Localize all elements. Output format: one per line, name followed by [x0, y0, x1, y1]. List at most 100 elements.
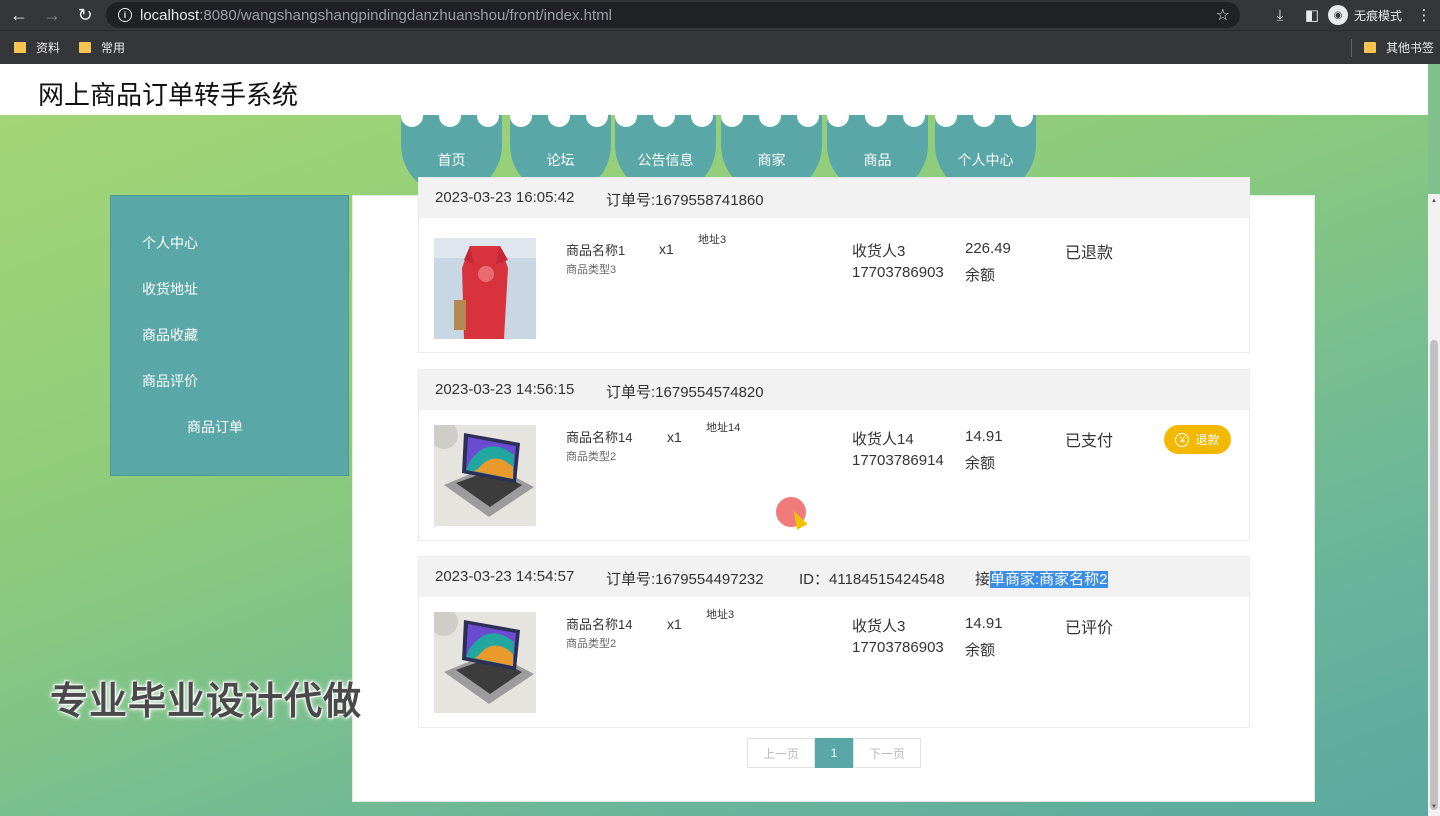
product-name: 商品名称14 [566, 617, 633, 632]
merchant-prefix: 接 [975, 571, 991, 588]
site-header: 网上商品订单转手系统 [0, 64, 1428, 115]
more-menu-icon[interactable]: ⋮ [1408, 6, 1440, 24]
address-bar[interactable]: i localhost:8080/wangshangshangpindingda… [106, 2, 1240, 28]
order-header: 2023-03-23 16:05:42 订单号:1679558741860 [419, 178, 1249, 218]
order-number: 订单号:1679554497232 [606, 571, 764, 588]
page-1-button[interactable]: 1 [815, 738, 853, 768]
site-info-icon[interactable]: i [118, 8, 132, 22]
order-status: 已支付 [1065, 433, 1114, 450]
menu-bump [827, 105, 849, 127]
bookmark-folder-other[interactable]: 其他书签 [1364, 39, 1434, 56]
product-image[interactable] [434, 425, 536, 526]
order-price: 14.91 [965, 428, 1003, 445]
product-image[interactable] [434, 612, 536, 713]
scroll-down-icon[interactable]: ▼ [1431, 804, 1437, 810]
bookmark-label: 常用 [101, 41, 126, 55]
menu-bump [586, 105, 608, 127]
menu-bump [439, 105, 461, 127]
menu-bump [401, 105, 423, 127]
bookmark-folder-ziliao[interactable]: 资料 [14, 39, 60, 56]
product-name: 商品名称14 [566, 430, 633, 445]
menu-label: 公告信息 [637, 152, 694, 168]
prev-page-button[interactable]: 上一页 [747, 738, 815, 768]
order-price: 14.91 [965, 615, 1003, 632]
back-icon[interactable]: ← [4, 0, 34, 30]
product-quantity: x1 [659, 241, 674, 257]
order-time: 2023-03-23 14:54:57 [435, 568, 575, 585]
incognito-label: 无痕模式 [1353, 8, 1402, 23]
order-number: 订单号:1679558741860 [606, 192, 764, 209]
refund-button[interactable]: ¥ 退款 [1164, 425, 1231, 454]
bookmark-star-icon[interactable]: ☆ [1216, 5, 1230, 25]
orders-panel: 2023-03-23 16:05:42 订单号:1679558741860 商品… [352, 177, 1315, 802]
reload-icon[interactable]: ↻ [70, 0, 100, 30]
receiver-name: 收货人3 [852, 618, 906, 635]
menu-bump [548, 105, 570, 127]
vertical-scrollbar[interactable]: ▲ ▼ [1428, 194, 1440, 816]
bookmark-label: 其他书签 [1386, 41, 1435, 55]
menu-bump [691, 105, 713, 127]
payment-method: 余额 [965, 267, 996, 284]
scroll-up-icon[interactable]: ▲ [1431, 198, 1437, 204]
folder-icon [14, 42, 26, 53]
order-header: 2023-03-23 14:54:57 订单号:1679554497232 ID… [419, 557, 1249, 597]
bookmark-folder-changyong[interactable]: 常用 [79, 39, 125, 56]
order-id: ID：41184515424548 [799, 571, 945, 588]
incognito-indicator[interactable]: ◉ 无痕模式 [1327, 5, 1402, 25]
menu-bump [615, 105, 637, 127]
order-merchant: 接单商家:商家名称2 [975, 568, 1108, 589]
pagination: 上一页 1 下一页 [747, 738, 921, 768]
site-title: 网上商品订单转手系统 [38, 80, 299, 110]
sidebar-item-favorites[interactable]: 商品收藏 [142, 325, 198, 345]
order-number: 订单号:1679554574820 [606, 384, 764, 401]
download-icon[interactable]: ⤓ [1264, 7, 1296, 24]
bookmark-label: 资料 [36, 41, 61, 55]
next-page-button[interactable]: 下一页 [853, 738, 921, 768]
receiver-phone: 17703786903 [852, 639, 944, 656]
product-quantity: x1 [667, 429, 682, 445]
menu-bump [797, 105, 819, 127]
receiver-phone: 17703786914 [852, 452, 944, 469]
sidebar-item-profile[interactable]: 个人中心 [142, 233, 198, 253]
payment-method: 余额 [965, 455, 996, 472]
delivery-address: 地址3 [706, 609, 735, 621]
order-header: 2023-03-23 14:56:15 订单号:1679554574820 [419, 370, 1249, 410]
refund-label: 退款 [1195, 433, 1220, 447]
order-time: 2023-03-23 16:05:42 [435, 189, 575, 206]
receiver-name: 收货人3 [852, 243, 906, 260]
yen-icon: ¥ [1175, 432, 1190, 447]
receiver-phone: 17703786903 [852, 264, 944, 281]
incognito-icon: ◉ [1327, 5, 1348, 25]
watermark-text: 专业毕业设计代做 [50, 681, 363, 723]
folder-icon [1364, 42, 1376, 53]
menu-label: 首页 [437, 152, 466, 168]
menu-bump [973, 105, 995, 127]
side-panel-icon[interactable]: ◧ [1296, 6, 1328, 24]
order-price: 226.49 [965, 240, 1011, 257]
menu-bump [477, 105, 499, 127]
order-time: 2023-03-23 14:56:15 [435, 381, 575, 398]
scrollbar-thumb[interactable] [1430, 340, 1438, 810]
product-image[interactable] [434, 238, 536, 339]
menu-label: 个人中心 [957, 152, 1014, 168]
menu-bump [759, 105, 781, 127]
product-name: 商品名称1 [566, 243, 626, 258]
menu-label: 商家 [757, 152, 786, 168]
menu-label: 商品 [863, 152, 892, 168]
product-type: 商品类型2 [566, 638, 617, 650]
browser-toolbar: ← → ↻ i localhost:8080/wangshangshangpin… [0, 0, 1440, 30]
payment-method: 余额 [965, 642, 996, 659]
sidebar-item-reviews[interactable]: 商品评价 [142, 371, 198, 391]
sidebar-item-orders[interactable]: 商品订单 [187, 417, 243, 437]
merchant-selected-text: 单商家:商家名称2 [990, 571, 1108, 588]
menu-bump [1011, 105, 1033, 127]
sidebar-item-address[interactable]: 收货地址 [142, 279, 198, 299]
order-card: 2023-03-23 16:05:42 订单号:1679558741860 商品… [418, 177, 1250, 353]
order-card: 2023-03-23 14:54:57 订单号:1679554497232 ID… [418, 556, 1250, 728]
bookmark-separator [1351, 39, 1352, 57]
delivery-address: 地址14 [706, 422, 741, 434]
forward-icon[interactable]: → [37, 0, 67, 30]
menu-bump [510, 105, 532, 127]
menu-label: 论坛 [546, 152, 575, 168]
product-type: 商品类型3 [566, 264, 617, 276]
